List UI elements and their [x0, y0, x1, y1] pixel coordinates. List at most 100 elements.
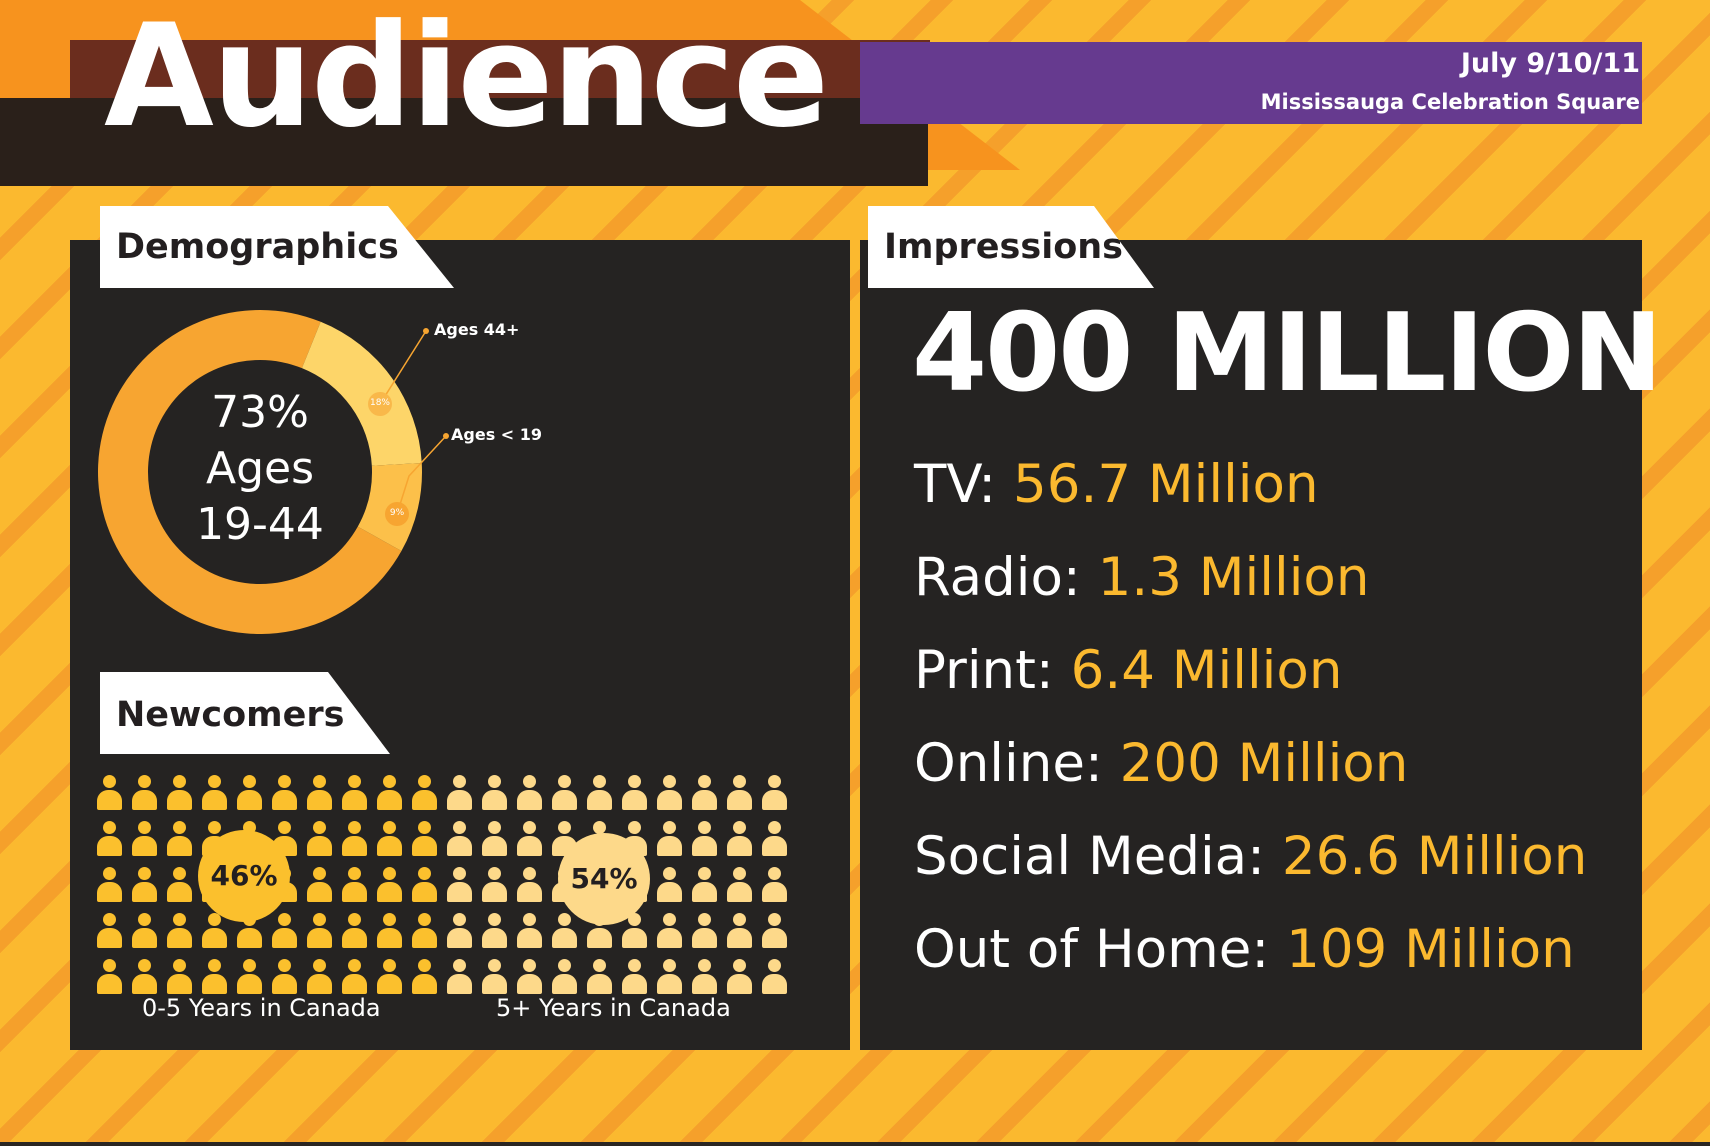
person-icon [377, 913, 402, 949]
person-icon-head [138, 913, 151, 926]
person-icon-head [698, 913, 711, 926]
person-icon [552, 913, 577, 949]
person-icon [132, 821, 157, 857]
person-icon-head [698, 867, 711, 880]
person-icon-body [447, 974, 472, 994]
person-icon-head [348, 821, 361, 834]
person-icon-body [622, 928, 647, 948]
person-icon-head [733, 775, 746, 788]
person-icon [97, 959, 122, 995]
person-icon-body [412, 836, 437, 856]
person-icon-body [727, 928, 752, 948]
person-icon [762, 867, 787, 903]
person-icon-head [138, 775, 151, 788]
person-icon-head [383, 959, 396, 972]
person-icon-body [447, 882, 472, 902]
person-icon-body [307, 836, 332, 856]
person-icon-body [517, 836, 542, 856]
person-icon [657, 821, 682, 857]
donut-center-range: 19-44 [196, 499, 324, 550]
person-icon-head [418, 867, 431, 880]
person-icon [202, 913, 227, 949]
person-icon-head [348, 959, 361, 972]
person-icon [727, 959, 752, 995]
person-icon-head [348, 867, 361, 880]
impression-label: Out of Home: [914, 919, 1270, 980]
person-icon-head [663, 913, 676, 926]
person-icon-head [138, 821, 151, 834]
impression-row-social-media: Social Media: 26.6 Million [914, 830, 1587, 883]
impression-label: Social Media: [914, 826, 1266, 887]
person-icon-body [97, 974, 122, 994]
person-icon-head [768, 867, 781, 880]
person-icon-head [208, 821, 221, 834]
person-icon [272, 959, 297, 995]
person-icon-head [698, 821, 711, 834]
page-title: Audience [104, 0, 829, 159]
person-icon-head [173, 775, 186, 788]
person-icon-head [173, 867, 186, 880]
person-icon-body [482, 974, 507, 994]
impression-row-tv: TV: 56.7 Million [914, 458, 1319, 511]
person-icon-body [167, 974, 192, 994]
person-icon [692, 913, 717, 949]
person-icon-head [103, 867, 116, 880]
person-icon-body [762, 882, 787, 902]
person-icon-body [727, 974, 752, 994]
person-icon-head [383, 775, 396, 788]
person-icon [307, 775, 332, 811]
person-icon [237, 959, 262, 995]
person-icon-head [243, 959, 256, 972]
person-icon-body [307, 974, 332, 994]
person-icon-body [167, 928, 192, 948]
person-icon [482, 913, 507, 949]
impression-label: Print: [914, 640, 1054, 701]
person-icon [552, 959, 577, 995]
person-icon [237, 775, 262, 811]
person-icon-head [558, 821, 571, 834]
person-icon-head [418, 913, 431, 926]
person-icon-body [377, 882, 402, 902]
person-icon-body [342, 974, 367, 994]
person-icon-body [762, 790, 787, 810]
person-icon-head [768, 913, 781, 926]
person-icon-head [663, 867, 676, 880]
impression-value: 26.6 Million [1281, 826, 1588, 887]
person-icon [657, 913, 682, 949]
demographics-heading: Demographics [100, 206, 454, 288]
person-icon-head [488, 775, 501, 788]
person-icon [202, 775, 227, 811]
person-icon-head [768, 775, 781, 788]
person-icon-head [418, 959, 431, 972]
person-icon [482, 867, 507, 903]
impression-row-online: Online: 200 Million [914, 737, 1408, 790]
person-icon-body [657, 974, 682, 994]
person-icon-head [383, 867, 396, 880]
person-icon [342, 913, 367, 949]
person-icon [762, 821, 787, 857]
person-icon-body [342, 882, 367, 902]
person-icon-body [762, 928, 787, 948]
person-icon-body [167, 836, 192, 856]
person-icon [447, 867, 472, 903]
person-icon-body [482, 882, 507, 902]
person-icon [307, 867, 332, 903]
person-icon-body [307, 882, 332, 902]
person-icon-head [663, 775, 676, 788]
person-icon [622, 775, 647, 811]
person-icon [762, 775, 787, 811]
person-icon [167, 959, 192, 995]
person-icon-body [587, 928, 612, 948]
person-icon-body [202, 928, 227, 948]
person-icon [167, 821, 192, 857]
person-icon [377, 821, 402, 857]
impressions-heading: Impressions [868, 206, 1154, 288]
person-icon [482, 959, 507, 995]
person-icon [132, 867, 157, 903]
person-icon [412, 959, 437, 995]
person-icon-head [733, 867, 746, 880]
person-icon-body [447, 836, 472, 856]
person-icon-body [692, 882, 717, 902]
person-icon-body [447, 928, 472, 948]
person-icon-body [307, 928, 332, 948]
